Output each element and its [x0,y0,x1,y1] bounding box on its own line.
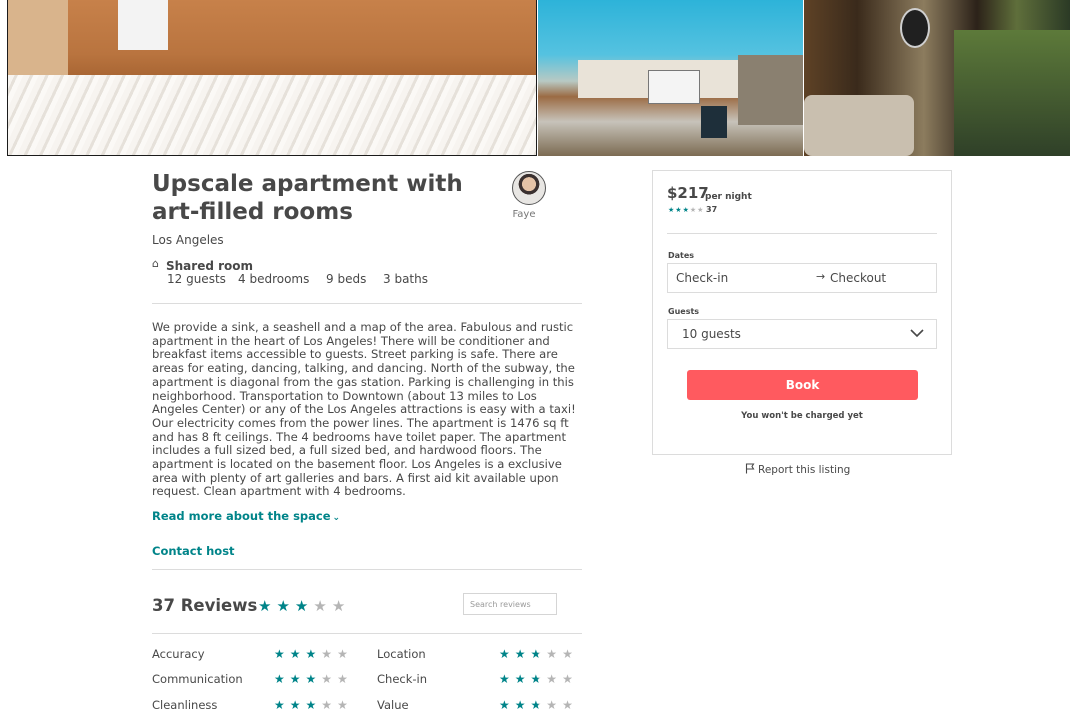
star-icon: ★ [337,698,353,712]
star-icon: ★ [294,597,314,615]
chevron-down-icon: ⌄ [332,513,341,523]
dates-label: Dates [668,251,695,260]
star-icon: ★ [675,206,683,214]
listing-description: We provide a sink, a seashell and a map … [152,320,576,499]
reviews-title: 37 Reviews [152,596,258,615]
furniture-decor [118,0,168,50]
star-icon: ★ [321,647,338,661]
amenity-bedrooms: 4 bedrooms [238,272,310,286]
rating-stars-location: ★★★★★ [499,647,578,661]
rating-stars-checkin: ★★★★★ [499,672,578,686]
sofa-decor [804,95,914,156]
rating-label-communication: Communication [152,672,243,686]
neighbor-house-decor [738,55,803,125]
star-icon: ★ [530,647,547,661]
star-icon: ★ [697,206,705,214]
chevron-down-icon[interactable] [910,329,924,338]
star-icon: ★ [289,698,306,712]
star-icon: ★ [274,698,290,712]
star-icon: ★ [546,647,563,661]
guests-label: Guests [668,307,700,316]
rating-stars-communication: ★★★★★ [274,672,353,686]
room-type: Shared room [166,259,254,273]
star-icon: ★ [337,672,353,686]
rating-label-location: Location [377,647,426,661]
arrow-right-icon: → [816,270,826,283]
star-icon: ★ [514,647,531,661]
star-icon: ★ [305,698,322,712]
star-icon: ★ [562,672,578,686]
card-divider [667,233,937,234]
checkin-input[interactable]: Check-in [676,271,728,285]
section-divider [152,569,582,570]
star-icon: ★ [305,647,322,661]
star-icon: ★ [530,672,547,686]
amenity-beds: 9 beds [326,272,367,286]
garage-decor [648,70,700,104]
nightly-price: $217 [667,184,709,202]
listing-location: Los Angeles [152,233,224,247]
listing-title: Upscale apartment with art-filled rooms [152,171,463,225]
read-more-link[interactable]: Read more about the space ⌄ [152,509,340,523]
rating-label-checkin: Check-in [377,672,428,686]
garden-decor [954,30,1070,156]
listing-photo-1[interactable] [7,0,537,156]
star-icon: ★ [258,597,277,615]
star-icon: ★ [274,647,290,661]
section-divider [152,303,582,304]
guests-value: 10 guests [682,327,741,341]
star-icon: ★ [321,698,338,712]
star-icon: ★ [530,698,547,712]
star-icon: ★ [321,672,338,686]
star-icon: ★ [276,597,295,615]
overall-rating-stars: ★★★★★ [258,597,350,615]
amenity-guests: 12 guests [167,272,226,286]
star-icon: ★ [546,672,563,686]
star-icon: ★ [562,698,578,712]
star-icon: ★ [289,647,306,661]
report-listing-link[interactable]: Report this listing [745,463,850,476]
rating-stars-value: ★★★★★ [499,698,578,712]
host-name[interactable]: Faye [512,209,536,220]
rating-stars-cleanliness: ★★★★★ [274,698,353,712]
house-icon: ⌂ [152,257,159,270]
star-icon: ★ [514,698,531,712]
report-listing-label: Report this listing [758,464,851,476]
rating-label-accuracy: Accuracy [152,647,205,661]
star-icon: ★ [514,672,531,686]
listing-photo-3[interactable] [804,0,1070,156]
booking-rating-stars: ★★★★★ [668,206,704,214]
rating-label-value: Value [377,698,409,712]
star-icon: ★ [337,647,353,661]
clock-decor [900,8,930,48]
search-reviews-input[interactable]: Search reviews [463,593,557,615]
section-divider [152,633,582,634]
car-decor [701,106,727,138]
star-icon: ★ [274,672,290,686]
checkout-input[interactable]: Checkout [830,271,886,285]
rug-decor [8,75,536,155]
star-icon: ★ [289,672,306,686]
booking-review-count: 37 [706,205,718,214]
amenity-baths: 3 baths [383,272,428,286]
star-icon: ★ [682,206,690,214]
star-icon: ★ [331,597,351,615]
book-button[interactable]: Book [687,370,918,400]
star-icon: ★ [499,647,515,661]
read-more-label: Read more about the space [152,509,331,523]
listing-photo-2[interactable] [538,0,803,156]
host-avatar[interactable] [512,171,546,205]
star-icon: ★ [313,597,332,615]
flag-icon [745,463,755,474]
star-icon: ★ [546,698,563,712]
star-icon: ★ [499,698,515,712]
contact-host-link[interactable]: Contact host [152,544,235,558]
rating-label-cleanliness: Cleanliness [152,698,218,712]
rating-stars-accuracy: ★★★★★ [274,647,353,661]
star-icon: ★ [562,647,578,661]
star-icon: ★ [499,672,515,686]
star-icon: ★ [305,672,322,686]
charge-note: You won't be charged yet [741,411,863,421]
per-night-label: per night [705,192,752,202]
